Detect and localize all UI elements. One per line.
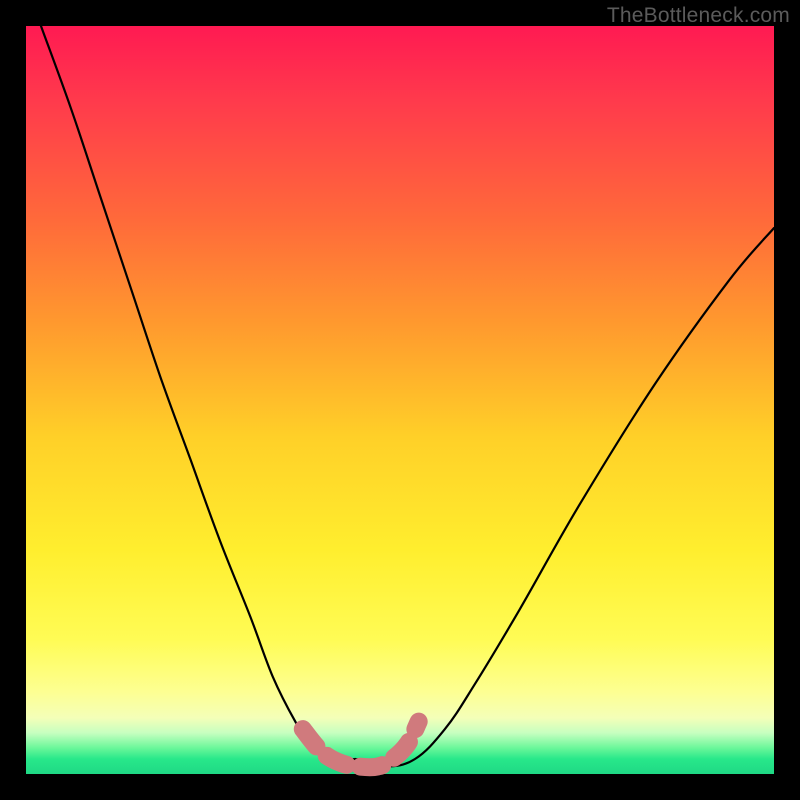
optimal-region-dashes [303,722,419,768]
bottleneck-curve [41,26,774,767]
chart-svg [26,26,774,774]
chart-frame: TheBottleneck.com [0,0,800,800]
gradient-plot-area [26,26,774,774]
watermark-label: TheBottleneck.com [607,4,790,28]
